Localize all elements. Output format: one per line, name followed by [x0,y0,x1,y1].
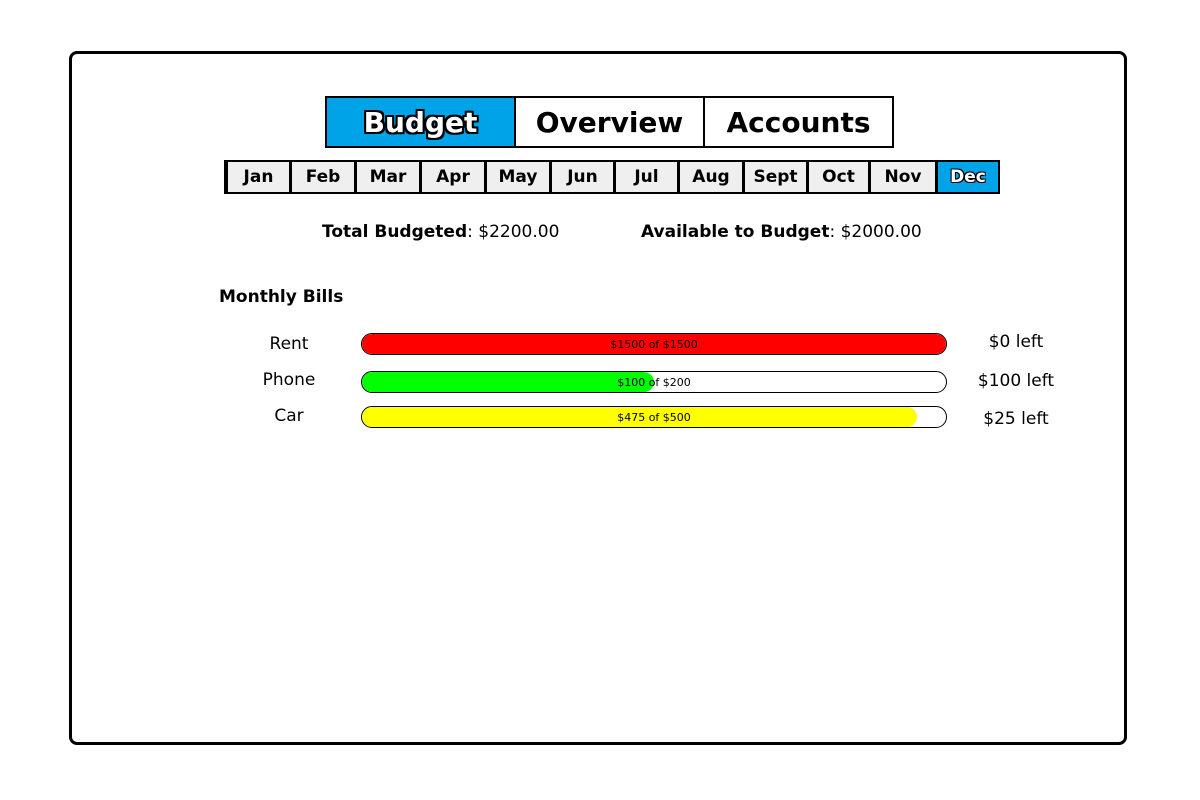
total-budgeted-label: Total Budgeted [322,222,468,242]
bill-remaining-car: $25 left [983,409,1049,429]
tab-accounts[interactable]: Accounts [703,96,894,148]
bill-name-rent: Rent [269,334,309,354]
month-tab-oct[interactable]: Oct [809,162,868,192]
bill-progress-bar-rent: $1500 of $1500 [361,333,947,355]
month-tab-feb[interactable]: Feb [292,162,354,192]
total-budgeted: Total Budgeted: $2200.00 [322,222,560,242]
bill-remaining-rent: $0 left [988,332,1044,352]
tab-overview[interactable]: Overview [514,96,705,148]
bill-remaining-phone: $100 left [977,371,1055,391]
month-tab-jun[interactable]: Jun [552,162,613,192]
month-tab-jan[interactable]: Jan [228,162,289,192]
available-to-budget-label: Available to Budget [641,222,830,242]
app-frame [69,51,1127,745]
total-budgeted-value: $2200.00 [478,222,560,242]
month-tab-nov[interactable]: Nov [871,162,935,192]
month-tab-sept[interactable]: Sept [745,162,806,192]
available-to-budget-value: $2000.00 [840,222,922,242]
month-tab-dec[interactable]: Dec [938,162,998,192]
section-title-monthly-bills: Monthly Bills [219,287,344,307]
bill-progress-text-car: $475 of $500 [617,410,691,424]
month-tab-may[interactable]: May [487,162,549,192]
month-tab-jul[interactable]: Jul [616,162,677,192]
bill-progress-bar-phone: $100 of $200 [361,371,947,393]
bill-progress-text-rent: $1500 of $1500 [610,337,698,351]
month-tab-mar[interactable]: Mar [357,162,419,192]
main-tabs: Budget Overview Accounts [325,96,894,148]
month-tab-aug[interactable]: Aug [680,162,742,192]
bill-name-phone: Phone [262,370,316,390]
bill-name-car: Car [274,406,304,426]
bill-progress-bar-car: $475 of $500 [361,406,947,428]
tab-budget[interactable]: Budget [325,96,516,148]
available-to-budget: Available to Budget: $2000.00 [641,222,922,242]
month-tab-apr[interactable]: Apr [422,162,484,192]
bill-progress-text-phone: $100 of $200 [617,375,691,389]
month-tabs: Jan Feb Mar Apr May Jun Jul Aug Sept Oct… [224,160,1000,194]
